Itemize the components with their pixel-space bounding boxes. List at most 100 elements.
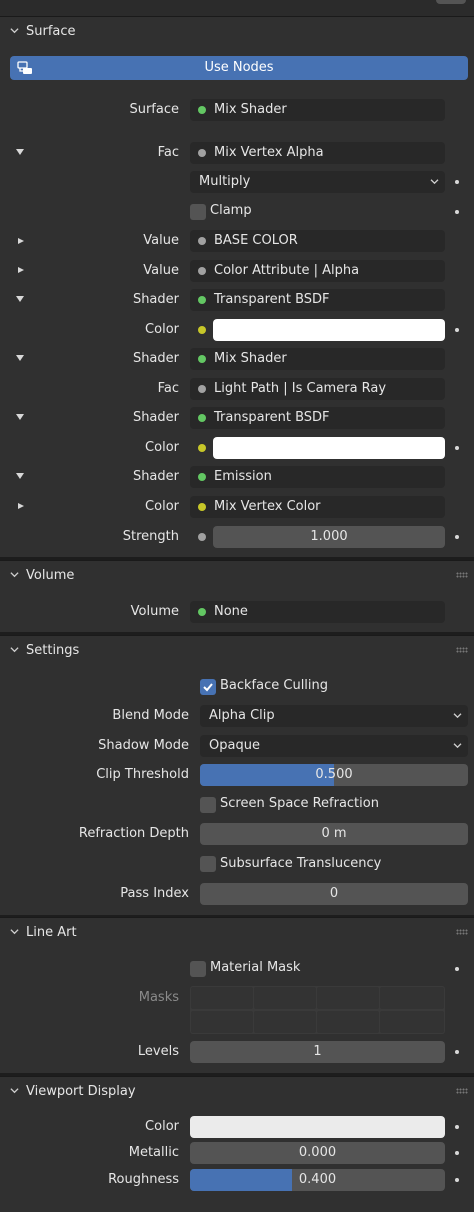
clamp-checkbox[interactable]	[190, 204, 206, 220]
surface-panel-header[interactable]: Surface	[0, 17, 474, 47]
fac2-input-field[interactable]: Light Path | Is Camera Ray	[190, 378, 445, 400]
color3-label: Color	[145, 499, 179, 514]
pass-index-label: Pass Index	[120, 886, 189, 901]
volume-panel-header[interactable]: Volume	[0, 561, 474, 591]
drag-grip-icon[interactable]	[456, 929, 468, 935]
chevron-down-icon	[10, 28, 19, 34]
strength-value: 1.000	[310, 529, 348, 544]
keyframe-dot-icon[interactable]	[455, 1125, 459, 1129]
value1-input-value: BASE COLOR	[214, 233, 298, 248]
pass-index-field[interactable]: 0	[200, 883, 468, 905]
metallic-slider[interactable]: 0.000	[190, 1142, 445, 1164]
viewport-color-swatch[interactable]	[190, 1116, 445, 1138]
mask-bit[interactable]	[191, 1011, 253, 1033]
color2-swatch[interactable]	[213, 437, 445, 459]
metallic-label: Metallic	[128, 1145, 179, 1160]
refraction-depth-field[interactable]: 0 m	[200, 823, 468, 845]
panel-title: Volume	[26, 568, 75, 583]
value1-input-field[interactable]: BASE COLOR	[190, 230, 445, 252]
mask-bit[interactable]	[380, 1011, 444, 1033]
mask-bit[interactable]	[254, 1011, 316, 1033]
mask-bit[interactable]	[191, 987, 253, 1009]
mask-bit[interactable]	[254, 987, 316, 1009]
panel-title: Viewport Display	[26, 1084, 136, 1099]
shader-socket-icon	[198, 608, 206, 616]
masks-label: Masks	[138, 990, 179, 1005]
shader4-input-field[interactable]: Emission	[190, 466, 445, 488]
expand-toggle-icon[interactable]	[16, 414, 24, 420]
expand-toggle-icon[interactable]	[16, 473, 24, 479]
mask-bit[interactable]	[317, 987, 379, 1009]
volume-shader-field[interactable]: None	[190, 601, 445, 623]
backface-culling-checkbox[interactable]	[200, 679, 216, 695]
levels-field[interactable]: 1	[190, 1041, 445, 1063]
fac-input-field[interactable]: Mix Vertex Alpha	[190, 142, 445, 164]
keyframe-dot-icon[interactable]	[455, 1151, 459, 1155]
expand-toggle-icon[interactable]	[16, 296, 24, 302]
shader-socket-icon	[198, 355, 206, 363]
strength-label: Strength	[122, 529, 179, 544]
color-socket-icon	[198, 503, 206, 511]
mask-bit[interactable]	[380, 987, 444, 1009]
collapsed-toggle-icon[interactable]	[18, 238, 24, 244]
keyframe-dot-icon[interactable]	[455, 210, 459, 214]
chevron-down-icon	[453, 743, 462, 749]
settings-panel-header[interactable]: Settings	[0, 636, 474, 666]
keyframe-dot-icon[interactable]	[455, 180, 459, 184]
color1-label: Color	[145, 322, 179, 337]
use-nodes-button[interactable]: Use Nodes	[10, 56, 468, 80]
chevron-down-icon	[10, 572, 19, 578]
surface-shader-value: Mix Shader	[214, 102, 287, 117]
collapsed-toggle-icon[interactable]	[18, 267, 24, 273]
editor-tab-handle[interactable]	[436, 0, 466, 4]
expand-toggle-icon[interactable]	[16, 355, 24, 361]
keyframe-dot-icon[interactable]	[455, 1050, 459, 1054]
subsurface-translucency-checkbox[interactable]	[200, 856, 216, 872]
shader2-input-field[interactable]: Mix Shader	[190, 348, 445, 370]
shadow-mode-select[interactable]: Opaque	[200, 735, 468, 757]
color3-input-value: Mix Vertex Color	[214, 499, 321, 514]
color2-label: Color	[145, 440, 179, 455]
line-art-panel-header[interactable]: Line Art	[0, 918, 474, 948]
shader2-label: Shader	[132, 351, 179, 366]
chevron-down-icon	[10, 1088, 19, 1094]
fac2-input-value: Light Path | Is Camera Ray	[214, 381, 387, 396]
keyframe-dot-icon[interactable]	[455, 446, 459, 450]
keyframe-dot-icon[interactable]	[455, 1178, 459, 1182]
color-socket-icon	[198, 326, 206, 334]
value2-input-field[interactable]: Color Attribute | Alpha	[190, 260, 445, 282]
viewport-color-label: Color	[145, 1119, 179, 1134]
drag-grip-icon[interactable]	[456, 1088, 468, 1094]
expand-toggle-icon[interactable]	[16, 149, 24, 155]
blend-mode-label: Blend Mode	[112, 708, 189, 723]
strength-slider[interactable]: 1.000	[213, 526, 445, 548]
blend-mode-select[interactable]: Alpha Clip	[200, 705, 468, 727]
mask-bit[interactable]	[317, 1011, 379, 1033]
color3-input-field[interactable]: Mix Vertex Color	[190, 496, 445, 518]
surface-shader-field[interactable]: Mix Shader	[190, 99, 445, 121]
chevron-down-icon	[430, 179, 439, 185]
material-mask-checkbox[interactable]	[190, 961, 206, 977]
keyframe-dot-icon[interactable]	[455, 328, 459, 332]
color1-swatch[interactable]	[213, 319, 445, 341]
shader1-input-value: Transparent BSDF	[214, 292, 330, 307]
viewport-display-panel-header[interactable]: Viewport Display	[0, 1077, 474, 1107]
shader1-input-field[interactable]: Transparent BSDF	[190, 289, 445, 311]
keyframe-dot-icon[interactable]	[455, 535, 459, 539]
drag-grip-icon[interactable]	[456, 647, 468, 653]
shader3-input-field[interactable]: Transparent BSDF	[190, 407, 445, 429]
collapsed-toggle-icon[interactable]	[18, 503, 24, 509]
screen-space-refraction-checkbox[interactable]	[200, 797, 216, 813]
panel-title: Surface	[26, 24, 76, 39]
roughness-value: 0.400	[298, 1172, 337, 1187]
shader-socket-icon	[198, 414, 206, 422]
value2-label: Value	[143, 263, 179, 278]
keyframe-dot-icon[interactable]	[455, 967, 459, 971]
shader-socket-icon	[198, 296, 206, 304]
drag-grip-icon[interactable]	[456, 572, 468, 578]
blend-operation-select[interactable]: Multiply	[190, 171, 445, 193]
levels-value: 1	[313, 1044, 322, 1059]
clip-threshold-slider[interactable]: 0.500	[200, 764, 468, 786]
roughness-slider[interactable]: 0.400	[190, 1169, 445, 1191]
clamp-label: Clamp	[210, 203, 252, 218]
